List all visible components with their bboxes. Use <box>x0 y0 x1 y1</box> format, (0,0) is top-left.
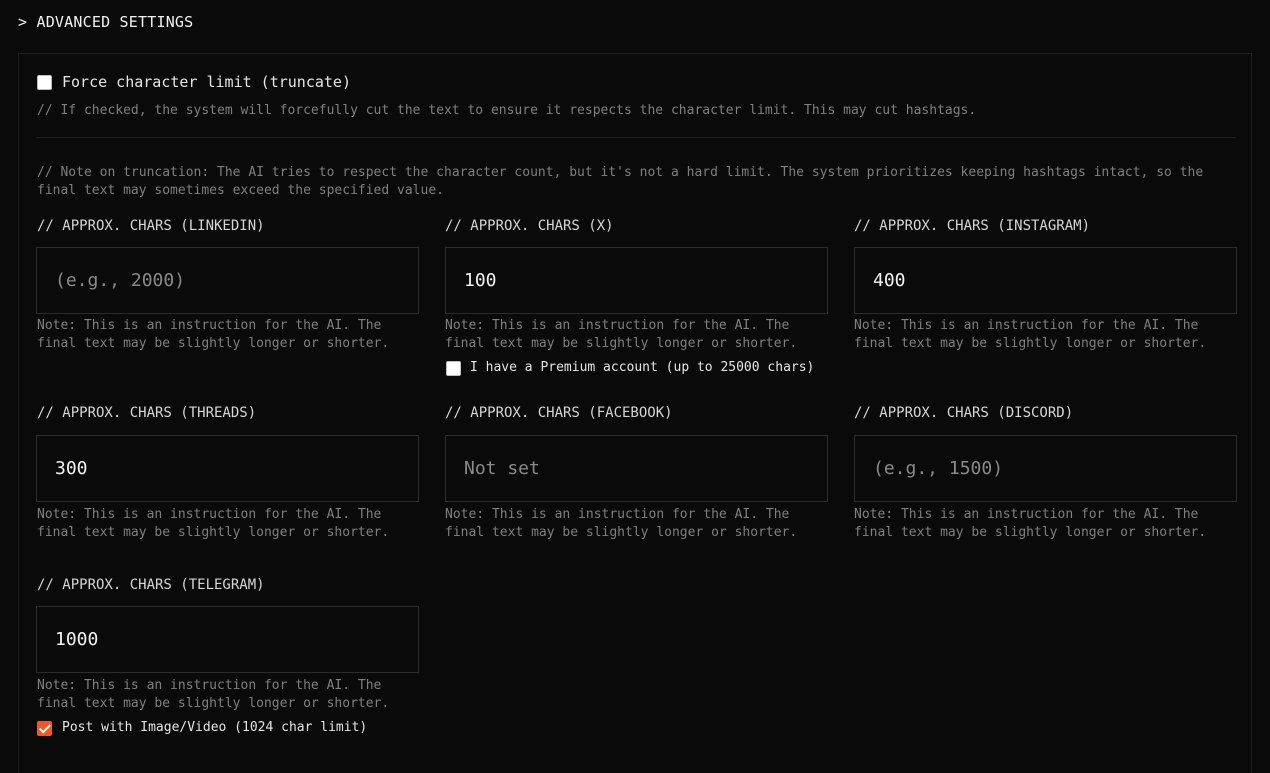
truncate-checkbox[interactable] <box>37 75 52 90</box>
discord-chars-value: (e.g., 1500) <box>873 458 1004 479</box>
field-note-x: Note: This is an instruction for the AI.… <box>445 318 798 351</box>
divider <box>36 137 1236 138</box>
linkedin-chars-value: (e.g., 2000) <box>55 270 186 291</box>
premium-checkbox[interactable] <box>446 361 461 376</box>
threads-chars-input[interactable]: 300 <box>36 435 419 502</box>
truncate-help-text: // If checked, the system will forcefull… <box>37 103 977 118</box>
field-label-x: // APPROX. CHARS (X) <box>445 218 614 234</box>
threads-chars-value: 300 <box>55 458 88 479</box>
media-checkbox[interactable] <box>37 721 52 736</box>
field-note-facebook: Note: This is an instruction for the AI.… <box>445 507 798 540</box>
field-label-facebook: // APPROX. CHARS (FACEBOOK) <box>445 405 673 421</box>
premium-label[interactable]: I have a Premium account (up to 25000 ch… <box>470 360 814 375</box>
truncate-label[interactable]: Force character limit (truncate) <box>62 73 351 91</box>
truncation-note: // Note on truncation: The AI tries to r… <box>37 165 1204 198</box>
field-note-linkedin: Note: This is an instruction for the AI.… <box>37 318 390 351</box>
field-note-telegram: Note: This is an instruction for the AI.… <box>37 678 390 711</box>
instagram-chars-input[interactable]: 400 <box>854 247 1237 314</box>
facebook-chars-input[interactable]: Not set <box>445 435 828 502</box>
field-label-linkedin: // APPROX. CHARS (LINKEDIN) <box>37 218 265 234</box>
field-label-discord: // APPROX. CHARS (DISCORD) <box>854 405 1074 421</box>
advanced-settings-toggle[interactable]: > ADVANCED SETTINGS <box>18 13 193 31</box>
linkedin-chars-input[interactable]: (e.g., 2000) <box>36 247 419 314</box>
telegram-chars-input[interactable]: 1000 <box>36 606 419 673</box>
field-label-telegram: // APPROX. CHARS (TELEGRAM) <box>37 577 265 593</box>
instagram-chars-value: 400 <box>873 270 906 291</box>
facebook-chars-value: Not set <box>464 458 540 479</box>
media-label[interactable]: Post with Image/Video (1024 char limit) <box>62 720 367 735</box>
x-chars-value: 100 <box>464 270 497 291</box>
telegram-chars-value: 1000 <box>55 629 99 650</box>
field-label-instagram: // APPROX. CHARS (INSTAGRAM) <box>854 218 1091 234</box>
field-label-threads: // APPROX. CHARS (THREADS) <box>37 405 257 421</box>
field-note-threads: Note: This is an instruction for the AI.… <box>37 507 390 540</box>
x-chars-input[interactable]: 100 <box>445 247 828 314</box>
discord-chars-input[interactable]: (e.g., 1500) <box>854 435 1237 502</box>
field-note-discord: Note: This is an instruction for the AI.… <box>854 507 1207 540</box>
field-note-instagram: Note: This is an instruction for the AI.… <box>854 318 1207 351</box>
